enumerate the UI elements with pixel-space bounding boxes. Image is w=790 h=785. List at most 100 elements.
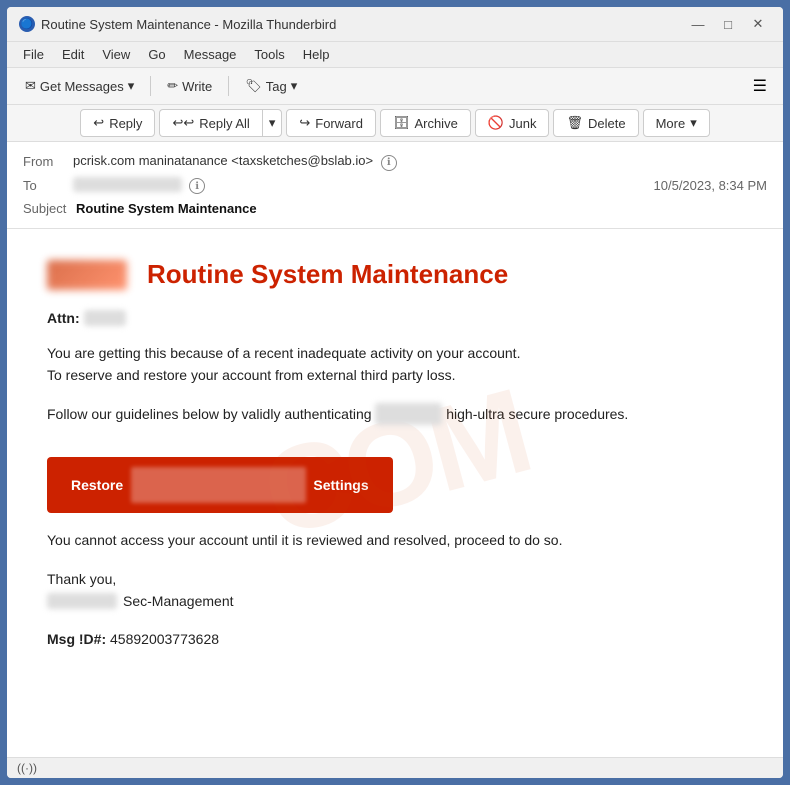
logo-image	[47, 260, 127, 290]
archive-label: Archive	[414, 116, 457, 131]
tag-dropdown-icon[interactable]: ▾	[291, 78, 298, 94]
subject-value: Routine System Maintenance	[76, 201, 257, 216]
envelope-icon: ✉	[25, 78, 36, 94]
reply-all-button[interactable]: ↩↩ Reply All	[159, 109, 261, 137]
window-controls: — □ ✕	[685, 13, 771, 35]
more-button[interactable]: More ▾	[643, 109, 710, 137]
more-dropdown-icon: ▾	[690, 115, 697, 131]
to-label: To	[23, 178, 73, 193]
tag-label: Tag	[266, 79, 287, 94]
from-name: pcrisk.com maninatanance	[73, 153, 228, 168]
app-icon: 🔵	[19, 16, 35, 32]
to-info-icon[interactable]: ℹ	[189, 178, 205, 194]
msg-id-label: Msg !D#:	[47, 631, 106, 647]
toolbar-separator-2	[228, 76, 229, 96]
from-label: From	[23, 154, 73, 169]
maximize-button[interactable]: □	[715, 13, 741, 35]
forward-button[interactable]: ↪ Forward	[286, 109, 376, 137]
menu-view[interactable]: View	[94, 44, 138, 65]
subject-label: Subject	[23, 201, 66, 216]
email-header: From pcrisk.com maninatanance <taxsketch…	[7, 142, 783, 229]
reply-button[interactable]: ↩ Reply	[80, 109, 155, 137]
window-title: Routine System Maintenance - Mozilla Thu…	[41, 17, 336, 32]
body-p4: You cannot access your account until it …	[47, 532, 562, 548]
msg-id-line: Msg !D#: 45892003773628	[47, 628, 743, 650]
delete-button[interactable]: 🗑 Delete	[553, 109, 638, 137]
pencil-icon: ✏	[167, 78, 178, 94]
delete-label: Delete	[588, 116, 626, 131]
write-button[interactable]: ✏ Write	[157, 74, 222, 98]
restore-btn-post: Settings	[313, 477, 368, 493]
action-bar: ↩ Reply ↩↩ Reply All ▾ ↪ Forward 🗄 Archi…	[7, 105, 783, 142]
body-paragraph-3: You cannot access your account until it …	[47, 529, 743, 551]
body-p3-mid: pcrisk.com	[375, 403, 442, 425]
email-date: 10/5/2023, 8:34 PM	[654, 178, 767, 193]
attn-line: Attn: audrin	[47, 310, 743, 326]
attn-label: Attn:	[47, 310, 80, 326]
attn-name: audrin	[84, 310, 127, 326]
reply-all-label: Reply All	[199, 116, 250, 131]
reply-label: Reply	[109, 116, 142, 131]
sig-line: Sec-Management	[47, 590, 743, 612]
body-paragraph-2: Follow our guidelines below by validly a…	[47, 403, 743, 425]
restore-btn-pre: Restore	[71, 477, 123, 493]
menu-edit[interactable]: Edit	[54, 44, 92, 65]
junk-button[interactable]: 🚫 Junk	[475, 109, 550, 137]
body-p1: You are getting this because of a recent…	[47, 345, 520, 361]
toolbar-left: ✉ Get Messages ▾ ✏ Write 🏷 Tag ▾	[15, 74, 307, 98]
email-logo-area: Routine System Maintenance	[47, 259, 743, 290]
email-body: COM Routine System Maintenance Attn: aud…	[7, 229, 783, 757]
toolbar: ✉ Get Messages ▾ ✏ Write 🏷 Tag ▾ ☰	[7, 68, 783, 105]
msg-id-value: 45892003773628	[110, 631, 219, 647]
tag-icon: 🏷	[245, 78, 262, 94]
reply-all-group: ↩↩ Reply All ▾	[159, 109, 282, 137]
from-value: pcrisk.com maninatanance <taxsketches@bs…	[73, 153, 767, 171]
toolbar-separator-1	[150, 76, 151, 96]
tag-button[interactable]: 🏷 Tag ▾	[235, 74, 307, 98]
reply-all-dropdown[interactable]: ▾	[262, 109, 283, 137]
title-bar-left: 🔵 Routine System Maintenance - Mozilla T…	[19, 16, 336, 32]
sig-blurred	[47, 593, 117, 609]
body-p3-post: high-ultra secure procedures.	[446, 406, 628, 422]
menu-go[interactable]: Go	[140, 44, 173, 65]
get-messages-button[interactable]: ✉ Get Messages ▾	[15, 74, 144, 98]
to-row: To audro@pcrisk.com ℹ 10/5/2023, 8:34 PM	[23, 174, 767, 198]
write-label: Write	[182, 79, 212, 94]
from-info-icon[interactable]: ℹ	[381, 155, 397, 171]
forward-icon: ↪	[299, 115, 310, 131]
hamburger-button[interactable]: ☰	[745, 72, 775, 100]
signal-icon: ((·))	[17, 761, 37, 775]
title-bar: 🔵 Routine System Maintenance - Mozilla T…	[7, 7, 783, 42]
junk-icon: 🚫	[488, 115, 504, 131]
to-value: audro@pcrisk.com ℹ	[73, 177, 654, 195]
to-email: audro@pcrisk.com	[73, 177, 182, 192]
restore-button-container: Restore audro@pcrisk.com Settings	[47, 441, 743, 529]
app-window: 🔵 Routine System Maintenance - Mozilla T…	[5, 5, 785, 780]
archive-button[interactable]: 🗄 Archive	[380, 109, 471, 137]
get-messages-dropdown-icon[interactable]: ▾	[128, 78, 135, 94]
close-button[interactable]: ✕	[745, 13, 771, 35]
forward-label: Forward	[315, 116, 363, 131]
subject-row: Subject Routine System Maintenance	[23, 197, 767, 220]
more-label: More	[656, 116, 686, 131]
delete-icon: 🗑	[566, 115, 583, 131]
get-messages-label: Get Messages	[40, 79, 124, 94]
menu-file[interactable]: File	[15, 44, 52, 65]
menu-help[interactable]: Help	[295, 44, 338, 65]
body-paragraph-1: You are getting this because of a recent…	[47, 342, 743, 387]
sig-text: Sec-Management	[123, 590, 234, 612]
menu-tools[interactable]: Tools	[246, 44, 292, 65]
signature: Thank you, Sec-Management	[47, 568, 743, 613]
body-p2: To reserve and restore your account from…	[47, 367, 456, 383]
from-row: From pcrisk.com maninatanance <taxsketch…	[23, 150, 767, 174]
archive-icon: 🗄	[393, 115, 410, 131]
menu-message[interactable]: Message	[176, 44, 245, 65]
body-p3-pre: Follow our guidelines below by validly a…	[47, 406, 372, 422]
email-content: COM Routine System Maintenance Attn: aud…	[7, 229, 783, 697]
menu-bar: File Edit View Go Message Tools Help	[7, 42, 783, 68]
minimize-button[interactable]: —	[685, 13, 711, 35]
email-main-title: Routine System Maintenance	[147, 259, 508, 290]
thanks-line: Thank you,	[47, 568, 743, 590]
reply-icon: ↩	[93, 115, 104, 131]
restore-settings-button[interactable]: Restore audro@pcrisk.com Settings	[47, 457, 393, 513]
